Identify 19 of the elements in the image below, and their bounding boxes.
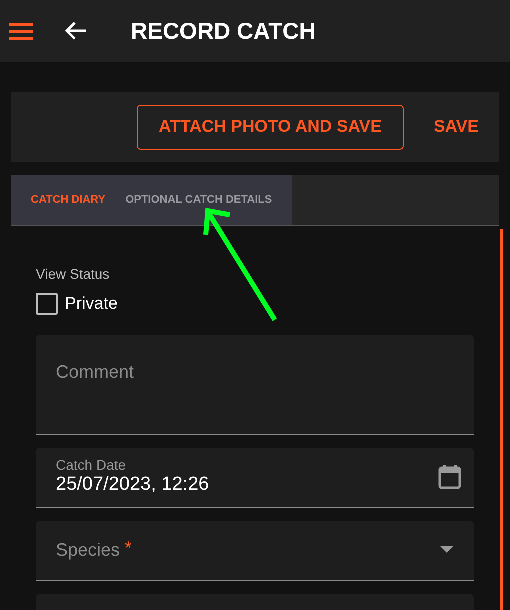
view-status-label: View Status xyxy=(36,265,111,284)
field-label: Catch Date xyxy=(56,457,128,473)
select-placeholder: Species xyxy=(56,538,120,562)
save-button[interactable]: SAVE xyxy=(434,114,479,140)
species-select[interactable]: Species * xyxy=(36,520,474,580)
back-arrow-icon[interactable] xyxy=(64,21,88,41)
checkbox-label: Private xyxy=(65,293,118,315)
field-value: 25/07/2023, 12:26 xyxy=(56,473,210,497)
tab[interactable]: CATCH DIARY xyxy=(21,175,116,225)
tab[interactable]: OPTIONAL CATCH DETAILS xyxy=(116,175,282,225)
attach-photo-button[interactable]: ATTACH PHOTO AND SAVE xyxy=(137,104,404,150)
comment-field[interactable]: Comment xyxy=(36,334,474,434)
menu-icon[interactable] xyxy=(9,22,33,40)
calendar-icon[interactable] xyxy=(438,464,462,490)
page-title: RECORD CATCH xyxy=(131,16,316,46)
dropdown-caret-icon[interactable] xyxy=(440,546,454,554)
required-asterisk: * xyxy=(125,538,132,558)
date-field[interactable]: Catch Date 25/07/2023, 12:26 xyxy=(36,448,474,508)
private-checkbox[interactable] xyxy=(36,292,58,315)
